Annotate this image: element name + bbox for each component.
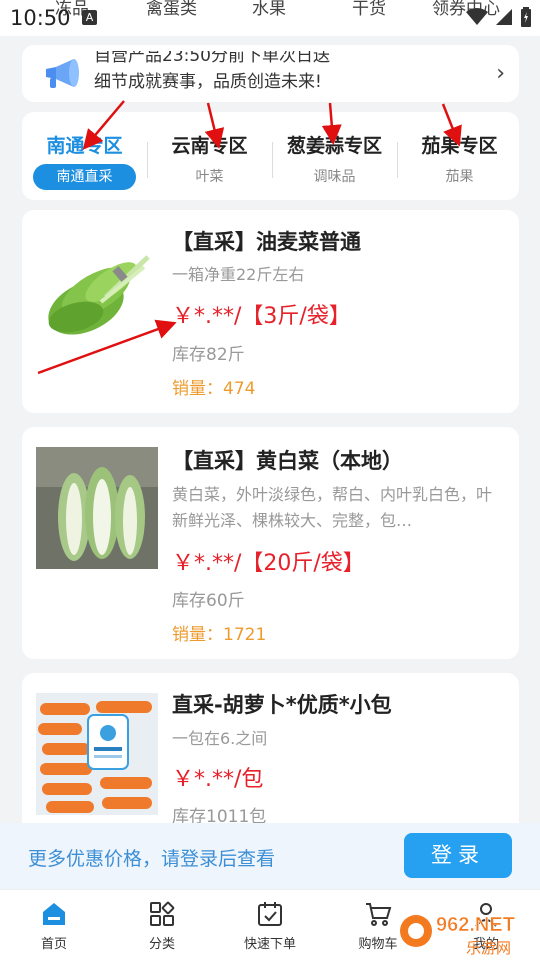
product-description: 一箱净重22斤左右 — [172, 265, 305, 284]
tab-label: 快速下单 — [243, 937, 296, 952]
home-icon — [43, 903, 65, 925]
status-icons — [466, 7, 532, 27]
status-bar: 冻品 禽蛋类 水果 干货 领券中心 10:50 A — [0, 0, 540, 36]
zone-title: 葱姜蒜专区 — [286, 135, 382, 157]
product-stock: 库存82斤 — [172, 345, 245, 365]
zone-title: 云南专区 — [171, 135, 248, 157]
tab-home[interactable]: 首页 — [0, 890, 108, 960]
zone-title: 茄果专区 — [421, 135, 498, 157]
product-image-lettuce[interactable] — [36, 227, 158, 349]
login-button[interactable]: 登录 — [404, 833, 512, 878]
notice-line-2: 细节成就赛事，品质创造未来! — [94, 72, 322, 92]
zone-subtitle-pill: 南通直采 — [33, 164, 136, 190]
notification-a-icon: A — [82, 10, 97, 25]
notice-banner[interactable]: 自营产品23:50分前下单次日送 细节成就赛事，品质创造未来! › — [22, 45, 519, 102]
product-image-carrot[interactable] — [36, 693, 158, 815]
product-sales: 销量：1721 — [172, 625, 267, 645]
product-price: ￥*.**/【3斤/袋】 — [172, 304, 351, 329]
status-clock: 10:50 — [10, 6, 71, 30]
top-category-strip: 冻品 禽蛋类 水果 干货 领券中心 — [0, 0, 540, 19]
zone-title: 南通专区 — [46, 135, 123, 157]
top-category-eggs[interactable]: 禽蛋类 — [146, 0, 197, 19]
wifi-icon — [466, 8, 488, 25]
site-watermark: 962.NET 乐游网 — [400, 914, 515, 957]
top-category-fruit[interactable]: 水果 — [252, 0, 286, 19]
zone-tabs: 南通专区 南通直采 云南专区 叶菜 葱姜蒜专区 调味品 茄果专区 茄果 — [22, 112, 519, 200]
product-description: 一包在6.之间 — [172, 729, 268, 748]
quick-order-icon — [258, 902, 282, 926]
zone-tab-scallion-ginger-garlic[interactable]: 葱姜蒜专区 调味品 — [272, 112, 397, 200]
product-sales: 销量：474 — [172, 379, 256, 399]
tab-category[interactable]: 分类 — [108, 890, 216, 960]
product-image-cabbage[interactable] — [36, 447, 158, 569]
zone-subtitle: 叶菜 — [195, 169, 224, 185]
notice-text: 自营产品23:50分前下单次日送 细节成就赛事，品质创造未来! — [94, 51, 484, 95]
product-title: 【直采】油麦菜普通 — [172, 230, 361, 254]
zone-tab-nantong[interactable]: 南通专区 南通直采 — [22, 112, 147, 200]
zone-subtitle: 茄果 — [445, 169, 474, 185]
product-description: 黄白菜，外叶淡绿色，帮白、内叶乳白色，叶新鲜光泽、棵株较大、完整，包… — [172, 485, 493, 530]
tab-label: 首页 — [40, 937, 67, 952]
login-prompt-bar: 更多优惠价格，请登录后查看 登录 — [0, 823, 540, 889]
watermark-name: 乐游网 — [466, 939, 511, 957]
zone-tab-solanaceous[interactable]: 茄果专区 茄果 — [397, 112, 522, 200]
category-icon — [150, 901, 175, 926]
product-title: 【直采】黄白菜（本地） — [172, 449, 403, 473]
notice-line-1: 自营产品23:50分前下单次日送 — [94, 51, 330, 66]
tab-quick-order[interactable]: 快速下单 — [216, 890, 324, 960]
product-card[interactable]: 【直采】油麦菜普通 一箱净重22斤左右 ￥*.**/【3斤/袋】 库存82斤 销… — [22, 210, 519, 413]
product-card[interactable]: 【直采】黄白菜（本地） 黄白菜，外叶淡绿色，帮白、内叶乳白色，叶新鲜光泽、棵株较… — [22, 427, 519, 659]
product-stock: 库存60斤 — [172, 591, 245, 611]
top-category-dry-goods[interactable]: 干货 — [352, 0, 386, 19]
product-card[interactable]: 直采-胡萝卜*优质*小包 一包在6.之间 ￥*.**/包 库存1011包 — [22, 673, 519, 843]
product-price: ￥*.**/包 — [172, 767, 264, 792]
megaphone-icon — [46, 59, 79, 88]
cart-icon — [366, 903, 392, 926]
zone-tab-yunnan[interactable]: 云南专区 叶菜 — [147, 112, 272, 200]
signal-icon — [496, 9, 512, 25]
tab-label: 分类 — [148, 937, 175, 952]
product-price: ￥*.**/【20斤/袋】 — [172, 551, 365, 576]
zone-subtitle: 调味品 — [313, 169, 356, 185]
product-title: 直采-胡萝卜*优质*小包 — [172, 693, 392, 717]
login-prompt-text: 更多优惠价格，请登录后查看 — [28, 848, 276, 870]
battery-icon — [521, 7, 531, 27]
watermark-brand: 962.NET — [436, 914, 515, 936]
chevron-right-icon[interactable]: › — [496, 61, 505, 86]
